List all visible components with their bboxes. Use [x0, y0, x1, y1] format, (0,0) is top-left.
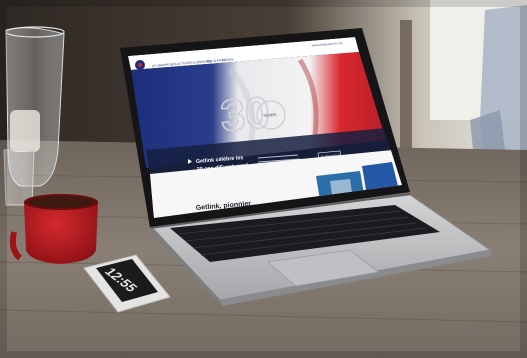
content-photo-2 [362, 162, 398, 190]
window-frame [400, 20, 412, 170]
small-glass [3, 149, 35, 206]
nav-item-medias[interactable]: MÉDIAS [222, 56, 234, 62]
photo-scene: 12:55 LE GROUPE NOS ACTIVITÉS & SERVICES… [0, 0, 527, 358]
